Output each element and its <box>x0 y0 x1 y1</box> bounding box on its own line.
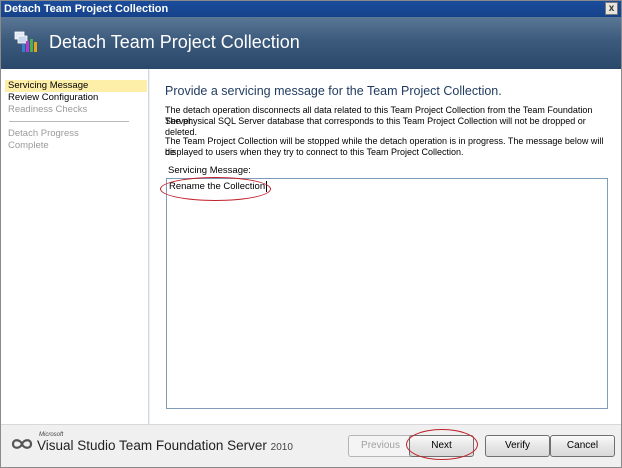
servicing-message-input[interactable]: Rename the Collection <box>166 178 608 409</box>
window-title: Detach Team Project Collection <box>4 3 169 15</box>
servicing-message-value: Rename the Collection <box>169 181 268 193</box>
header-banner: Detach Team Project Collection <box>1 17 621 69</box>
brand-product: Visual Studio Team Foundation Server <box>37 438 267 453</box>
verify-button[interactable]: Verify <box>485 435 550 457</box>
title-bar[interactable]: Detach Team Project Collection x <box>1 1 621 17</box>
sidebar-item-servicing-message[interactable]: Servicing Message <box>5 80 147 92</box>
description-line: displayed to users when they try to conn… <box>165 147 464 157</box>
wizard-sidebar: Servicing Message Review Configuration R… <box>1 69 149 424</box>
collection-icon <box>14 31 37 52</box>
close-button[interactable]: x <box>605 2 618 15</box>
wizard-footer: Microsoft Visual Studio Team Foundation … <box>1 424 621 467</box>
sidebar-item-review-configuration[interactable]: Review Configuration <box>5 92 147 104</box>
visual-studio-logo-icon <box>11 439 33 449</box>
dialog-window: Detach Team Project Collection x Detach … <box>0 0 622 468</box>
page-subtitle: Provide a servicing message for the Team… <box>165 84 502 98</box>
sidebar-item-readiness-checks: Readiness Checks <box>8 104 88 115</box>
sidebar-divider <box>9 121 129 122</box>
cancel-button[interactable]: Cancel <box>550 435 615 457</box>
text-caret <box>266 181 268 192</box>
wizard-content: Provide a servicing message for the Team… <box>150 69 621 424</box>
description-line: The physical SQL Server database that co… <box>165 116 586 137</box>
previous-button[interactable]: Previous <box>348 435 413 457</box>
servicing-message-label: Servicing Message: <box>168 165 251 176</box>
sidebar-item-detach-progress: Detach Progress <box>8 128 79 139</box>
banner-heading: Detach Team Project Collection <box>49 32 300 52</box>
brand-year: 2010 <box>270 442 293 453</box>
sidebar-item-complete: Complete <box>8 140 49 151</box>
next-button[interactable]: Next <box>409 435 474 457</box>
